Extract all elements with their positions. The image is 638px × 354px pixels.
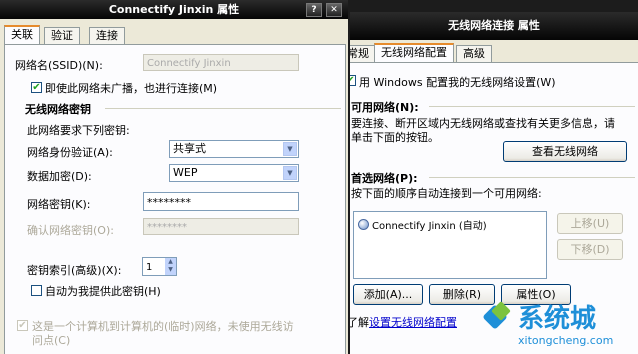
watermark-logo-icon (482, 301, 514, 330)
chevron-down-icon: ▼ (283, 142, 297, 156)
left-title-bar: Connectify Jinxin 属性 ? ✕ (0, 0, 348, 19)
spinner-arrows-icon[interactable]: ▲ ▼ (165, 258, 176, 275)
group-description: 此网络要求下列密钥: (27, 124, 130, 137)
list-item[interactable]: Connectify Jinxin (自动) (358, 217, 487, 232)
adhoc-checkbox[interactable]: ✔ (17, 320, 28, 331)
move-down-button[interactable]: 下移(D) (557, 239, 623, 260)
right-tab-strip: 常规 无线网络配置 高级 (350, 43, 638, 64)
broadcast-checkbox[interactable]: ✔ (31, 82, 42, 93)
confirm-key-field[interactable]: ******** (143, 218, 299, 235)
auth-label: 网络身份验证(A): (27, 146, 113, 159)
preferred-desc: 按下面的顺序自动连接到一个可用网络: (351, 187, 542, 200)
auto-key-label: 自动为我提供此密钥(H) (45, 285, 161, 298)
adhoc-label-line1: 这是一个计算机到计算机的(临时)网络，未使用无线访 (32, 320, 294, 333)
move-up-button[interactable]: 上移(U) (557, 213, 623, 234)
key-index-spinner[interactable]: 1 ▲ ▼ (142, 257, 177, 276)
watermark-brand: 系统城 (518, 304, 597, 334)
connectify-properties-window: Connectify Jinxin 属性 ? ✕ 关联 验证 连接 网络名(SS… (0, 0, 348, 354)
left-tab-panel: 网络名(SSID)(N): Connectify Jinxin ✔ 即使此网络未… (4, 44, 346, 354)
auto-key-checkbox[interactable] (31, 285, 42, 296)
ssid-label: 网络名(SSID)(N): (15, 59, 103, 72)
add-network-button[interactable]: 添加(A)... (353, 284, 423, 305)
learn-link[interactable]: 设置无线网络配置 (369, 316, 457, 329)
confirm-key-label: 确认网络密钥(O): (27, 224, 114, 237)
list-item-label: Connectify Jinxin (自动) (372, 221, 487, 232)
left-window-title: Connectify Jinxin 属性 (108, 3, 240, 16)
preferred-divider (429, 177, 635, 178)
network-key-label: 网络密钥(K): (27, 198, 91, 211)
network-key-field[interactable]: ******** (143, 192, 299, 211)
tab-association[interactable]: 关联 (4, 25, 40, 46)
learn-text: 了解设置无线网络配置 (350, 314, 457, 330)
use-windows-label: 用 Windows 配置我的无线网络设置(W) (359, 76, 556, 89)
auth-select[interactable]: 共享式 ▼ (169, 140, 299, 158)
key-index-value: 1 (146, 262, 153, 273)
encryption-select-value: WEP (173, 166, 198, 179)
watermark-url: xitongcheng.com (518, 334, 614, 347)
ssid-field[interactable]: Connectify Jinxin (143, 54, 299, 71)
left-help-button[interactable]: ? (306, 3, 322, 17)
available-networks-title: 可用网络(N): (351, 101, 419, 114)
learn-prefix: 了解 (350, 316, 369, 329)
auth-select-value: 共享式 (173, 142, 206, 155)
left-tab-strip: 关联 验证 连接 (0, 25, 348, 46)
encryption-label: 数据加密(D): (27, 170, 92, 183)
available-divider (429, 106, 635, 107)
encryption-select[interactable]: WEP ▼ (169, 164, 299, 182)
chevron-down-icon: ▼ (283, 166, 297, 180)
preferred-networks-list[interactable]: Connectify Jinxin (自动) (353, 211, 547, 279)
tab-general[interactable]: 常规 (350, 45, 376, 62)
preferred-networks-title: 首选网络(P): (351, 172, 418, 185)
key-index-label: 密钥索引(高级)(X): (27, 264, 122, 277)
wireless-network-icon (358, 219, 369, 230)
group-divider (105, 108, 341, 109)
wireless-key-group-title: 无线网络密钥 (25, 103, 91, 116)
tab-connection[interactable]: 连接 (89, 27, 125, 44)
view-wireless-networks-button[interactable]: 查看无线网络 (503, 141, 627, 162)
watermark: 系统城 xitongcheng.com (482, 296, 636, 352)
tab-advanced[interactable]: 高级 (456, 45, 492, 62)
tab-wireless-config[interactable]: 无线网络配置 (374, 43, 454, 64)
right-window-title: 无线网络连接 属性 (448, 19, 540, 32)
available-desc-line2: 单击下面的按钮。 (351, 131, 439, 144)
tab-authentication[interactable]: 验证 (44, 27, 80, 44)
adhoc-label-line2: 问点(C) (32, 334, 71, 347)
left-close-button[interactable]: ✕ (326, 3, 342, 17)
right-title-bar: 无线网络连接 属性 (350, 12, 638, 40)
broadcast-checkbox-label: 即使此网络未广播，也进行连接(M) (45, 82, 218, 95)
use-windows-checkbox[interactable]: ✔ (350, 75, 356, 86)
